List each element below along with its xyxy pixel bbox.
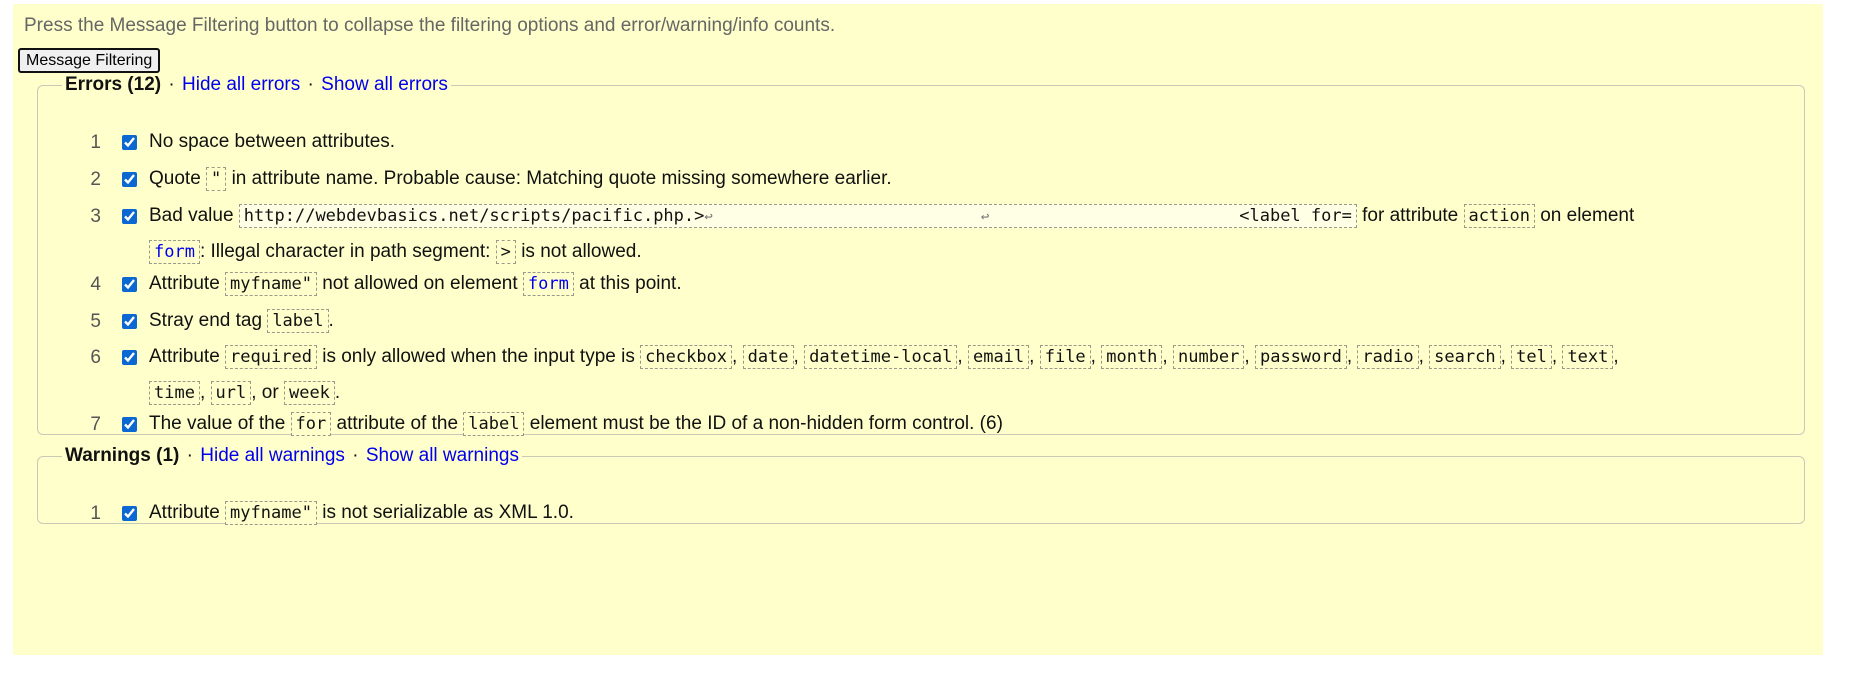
message-text: is only allowed when the input type is xyxy=(322,346,635,367)
error-checkbox-5[interactable] xyxy=(122,314,137,329)
code-snippet: > xyxy=(495,240,516,264)
error-message: Attribute required is only allowed when … xyxy=(149,345,1619,405)
input-type-code: search xyxy=(1429,345,1501,369)
message-text: Quote xyxy=(149,168,201,189)
input-type-code: week xyxy=(283,381,335,405)
message-text: : Illegal character in path segment: xyxy=(199,241,491,262)
warning-checkbox-1[interactable] xyxy=(122,506,137,521)
show-all-errors-link[interactable]: Show all errors xyxy=(321,74,448,95)
input-type-code: password xyxy=(1254,345,1347,369)
input-type-code: radio xyxy=(1357,345,1419,369)
code-snippet: myfname" xyxy=(225,501,317,525)
separator: · xyxy=(186,445,193,466)
return-icon: ↩ xyxy=(980,209,990,225)
message-text: for attribute xyxy=(1362,205,1459,226)
separator: · xyxy=(307,74,314,95)
message-filtering-button[interactable]: Message Filtering xyxy=(18,48,161,73)
warnings-group: Warnings (1) · Hide all warnings · Show … xyxy=(37,445,1805,525)
message-text: Stray end tag xyxy=(149,310,263,331)
code-snippet: required xyxy=(225,345,317,369)
element-code: form xyxy=(522,272,574,296)
message-text: No space between attributes. xyxy=(149,131,396,152)
error-message: No space between attributes. xyxy=(149,124,395,160)
error-message: Attribute myfname" not allowed on elemen… xyxy=(149,266,682,302)
message-text: , or xyxy=(251,382,279,403)
error-number: 1 xyxy=(90,132,101,153)
error-number: 2 xyxy=(90,169,101,190)
intro-text: Press the Message Filtering button to co… xyxy=(24,15,836,36)
errors-count-title: Errors (12) xyxy=(65,74,162,95)
hide-all-errors-link[interactable]: Hide all errors xyxy=(182,74,300,95)
form-element-link[interactable]: form xyxy=(154,242,195,262)
error-checkbox-1[interactable] xyxy=(122,135,137,150)
input-type-code: checkbox xyxy=(640,345,733,369)
return-icon: ↩ xyxy=(704,209,713,225)
message-text: element must be the ID of a non-hidden f… xyxy=(529,413,1003,434)
message-text: . xyxy=(328,310,334,331)
bad-value-code: http://webdevbasics.net/scripts/pacific.… xyxy=(238,204,1357,228)
error-checkbox-4[interactable] xyxy=(122,277,137,292)
element-code: form xyxy=(149,240,200,264)
input-type-code: url xyxy=(210,381,252,405)
error-number: 5 xyxy=(90,311,101,332)
message-text: Attribute xyxy=(149,346,220,367)
code-snippet: label xyxy=(463,412,525,436)
code-snippet: action xyxy=(1463,204,1535,228)
code-snippet: " xyxy=(206,167,227,191)
message-text: not allowed on element xyxy=(322,273,518,294)
code-snippet: for xyxy=(290,412,332,436)
errors-legend: Errors (12) · Hide all errors · Show all… xyxy=(62,74,451,96)
error-checkbox-7[interactable] xyxy=(122,417,137,432)
input-type-code: datetime-local xyxy=(804,345,958,369)
message-text: attribute of the xyxy=(336,413,459,434)
error-message: Quote " in attribute name. Probable caus… xyxy=(149,161,892,197)
message-filtering-panel: Press the Message Filtering button to co… xyxy=(13,4,1823,655)
message-text: Attribute xyxy=(149,502,220,523)
input-type-code: number xyxy=(1172,345,1245,369)
separator: · xyxy=(168,74,175,95)
error-number: 3 xyxy=(90,206,101,227)
errors-group: Errors (12) · Hide all errors · Show all… xyxy=(37,74,1805,436)
error-checkbox-6[interactable] xyxy=(122,350,137,365)
error-checkbox-3[interactable] xyxy=(122,209,137,224)
input-type-code: email xyxy=(967,345,1030,369)
error-message: The value of the for attribute of the la… xyxy=(149,406,1003,442)
error-number: 6 xyxy=(90,347,101,368)
separator: · xyxy=(352,445,359,466)
input-type-code: file xyxy=(1039,345,1091,369)
input-type-code: text xyxy=(1562,345,1614,369)
input-type-code: month xyxy=(1101,345,1163,369)
error-checkbox-2[interactable] xyxy=(122,172,137,187)
code-snippet: label xyxy=(267,309,329,333)
error-message: Stray end tag label. xyxy=(149,303,334,339)
show-all-warnings-link[interactable]: Show all warnings xyxy=(366,445,519,466)
warnings-legend: Warnings (1) · Hide all warnings · Show … xyxy=(62,445,522,467)
bad-value-url: http://webdevbasics.net/scripts/pacific.… xyxy=(243,206,705,226)
input-type-code: time xyxy=(149,381,200,405)
input-type-code: tel xyxy=(1511,345,1552,369)
form-element-link[interactable]: form xyxy=(528,274,569,294)
message-text: The value of the xyxy=(149,413,286,434)
message-text: at this point. xyxy=(579,273,682,294)
warning-message: Attribute myfname" is not serializable a… xyxy=(149,495,574,531)
message-text: is not serializable as XML 1.0. xyxy=(322,502,574,523)
message-text: in attribute name. Probable cause: Match… xyxy=(231,168,892,189)
code-snippet: myfname" xyxy=(225,272,317,296)
message-text: on element xyxy=(1540,205,1635,226)
error-number: 7 xyxy=(90,414,101,435)
error-message: Bad value http://webdevbasics.net/script… xyxy=(149,198,1634,270)
message-text: Attribute xyxy=(149,273,220,294)
warning-number: 1 xyxy=(90,503,101,524)
error-number: 4 xyxy=(90,274,101,295)
input-type-code: date xyxy=(742,345,794,369)
message-text: is not allowed. xyxy=(521,241,642,262)
message-text: Bad value xyxy=(149,205,234,226)
warnings-count-title: Warnings (1) xyxy=(65,445,180,466)
hide-all-warnings-link[interactable]: Hide all warnings xyxy=(200,445,345,466)
bad-value-tail: <label for= xyxy=(1239,206,1352,226)
